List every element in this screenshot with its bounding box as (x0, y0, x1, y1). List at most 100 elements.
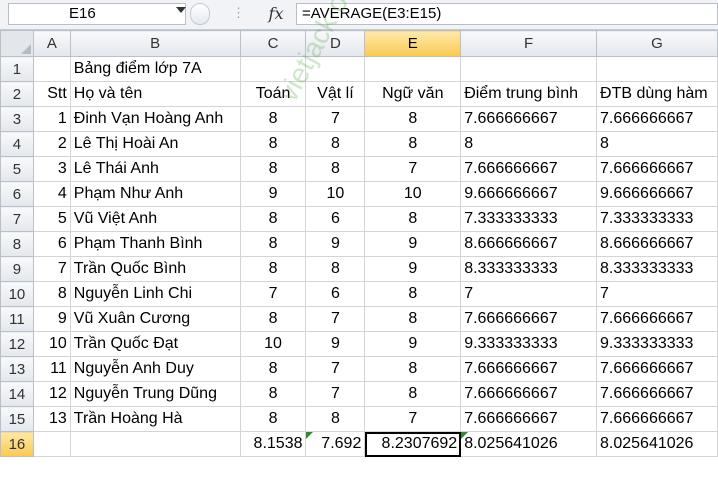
column-header-g[interactable]: G (596, 30, 718, 57)
row-header-5[interactable]: 5 (0, 156, 34, 182)
cell-g10[interactable]: 7 (596, 281, 718, 307)
column-header-d[interactable]: D (305, 30, 366, 57)
cell-c7[interactable]: 8 (239, 206, 307, 232)
cell-e11[interactable]: 8 (364, 306, 462, 332)
select-all-button[interactable] (0, 30, 34, 57)
cell-d15[interactable]: 8 (305, 406, 366, 432)
cell-g4[interactable]: 8 (596, 131, 718, 157)
cell-f1[interactable] (460, 56, 598, 82)
cell-d4[interactable]: 8 (305, 131, 366, 157)
cell-g13[interactable]: 7.666666667 (596, 356, 718, 382)
cell-a2[interactable]: Stt (32, 81, 71, 107)
cell-d10[interactable]: 6 (305, 281, 366, 307)
cell-d11[interactable]: 7 (305, 306, 366, 332)
cell-g12[interactable]: 9.333333333 (596, 331, 718, 357)
row-header-12[interactable]: 12 (0, 331, 34, 357)
cell-c1[interactable] (239, 56, 307, 82)
cell-f3[interactable]: 7.666666667 (460, 106, 598, 132)
cell-b11[interactable]: Vũ Xuân Cương (69, 306, 241, 332)
cell-f15[interactable]: 7.666666667 (460, 406, 598, 432)
cell-f4[interactable]: 8 (460, 131, 598, 157)
row-header-4[interactable]: 4 (0, 131, 34, 157)
cell-c11[interactable]: 8 (239, 306, 307, 332)
cell-b13[interactable]: Nguyễn Anh Duy (69, 356, 241, 382)
cell-a7[interactable]: 5 (32, 206, 71, 232)
row-header-10[interactable]: 10 (0, 281, 34, 307)
cell-g16[interactable]: 8.025641026 (596, 431, 718, 457)
cell-e15[interactable]: 7 (364, 406, 462, 432)
cell-g8[interactable]: 8.666666667 (596, 231, 718, 257)
cell-e6[interactable]: 10 (364, 181, 462, 207)
cell-b16[interactable] (69, 431, 241, 457)
cell-c15[interactable]: 8 (239, 406, 307, 432)
cell-b8[interactable]: Phạm Thanh Bình (69, 231, 241, 257)
row-header-2[interactable]: 2 (0, 81, 34, 107)
row-header-11[interactable]: 11 (0, 306, 34, 332)
cell-a10[interactable]: 8 (32, 281, 71, 307)
column-header-b[interactable]: B (69, 30, 241, 57)
cell-e9[interactable]: 9 (364, 256, 462, 282)
column-header-f[interactable]: F (460, 30, 598, 57)
cell-a3[interactable]: 1 (32, 106, 71, 132)
cell-b3[interactable]: Đinh Vạn Hoàng Anh (69, 106, 241, 132)
cell-a15[interactable]: 13 (32, 406, 71, 432)
cell-e8[interactable]: 9 (364, 231, 462, 257)
cell-d3[interactable]: 7 (305, 106, 366, 132)
cell-d8[interactable]: 9 (305, 231, 366, 257)
cell-g9[interactable]: 8.333333333 (596, 256, 718, 282)
cell-c6[interactable]: 9 (239, 181, 307, 207)
cell-c12[interactable]: 10 (239, 331, 307, 357)
cell-f14[interactable]: 7.666666667 (460, 381, 598, 407)
cell-e12[interactable]: 9 (364, 331, 462, 357)
row-header-13[interactable]: 13 (0, 356, 34, 382)
cell-b12[interactable]: Trần Quốc Đạt (69, 331, 241, 357)
cell-d6[interactable]: 10 (305, 181, 366, 207)
cell-a11[interactable]: 9 (32, 306, 71, 332)
chevron-down-icon[interactable] (176, 7, 186, 13)
row-header-15[interactable]: 15 (0, 406, 34, 432)
cell-d16[interactable]: 7.692 (305, 431, 366, 457)
cell-d14[interactable]: 7 (305, 381, 366, 407)
cell-a12[interactable]: 10 (32, 331, 71, 357)
cell-d9[interactable]: 8 (305, 256, 366, 282)
cell-c4[interactable]: 8 (239, 131, 307, 157)
cell-f6[interactable]: 9.666666667 (460, 181, 598, 207)
cell-e13[interactable]: 8 (364, 356, 462, 382)
cell-g11[interactable]: 7.666666667 (596, 306, 718, 332)
row-header-16[interactable]: 16 (0, 431, 34, 457)
cell-g1[interactable] (596, 56, 718, 82)
cell-b6[interactable]: Phạm Như Anh (69, 181, 241, 207)
cell-g5[interactable]: 7.666666667 (596, 156, 718, 182)
cell-a13[interactable]: 11 (32, 356, 71, 382)
cell-e3[interactable]: 8 (364, 106, 462, 132)
cell-f2[interactable]: Điểm trung bình (460, 81, 598, 107)
cell-e2[interactable]: Ngữ văn (364, 81, 462, 107)
cell-f12[interactable]: 9.333333333 (460, 331, 598, 357)
cell-c2[interactable]: Toán (239, 81, 307, 107)
cell-b1[interactable]: Bảng điểm lớp 7A (69, 56, 241, 82)
row-header-1[interactable]: 1 (0, 56, 34, 82)
cell-c3[interactable]: 8 (239, 106, 307, 132)
cell-g3[interactable]: 7.666666667 (596, 106, 718, 132)
cell-d2[interactable]: Vật lí (305, 81, 366, 107)
cell-d13[interactable]: 7 (305, 356, 366, 382)
cell-c14[interactable]: 8 (239, 381, 307, 407)
cell-f10[interactable]: 7 (460, 281, 598, 307)
cell-e4[interactable]: 8 (364, 131, 462, 157)
cell-c8[interactable]: 8 (239, 231, 307, 257)
cell-f5[interactable]: 7.666666667 (460, 156, 598, 182)
cell-a5[interactable]: 3 (32, 156, 71, 182)
cell-g14[interactable]: 7.666666667 (596, 381, 718, 407)
cell-a9[interactable]: 7 (32, 256, 71, 282)
cell-f13[interactable]: 7.666666667 (460, 356, 598, 382)
cell-c9[interactable]: 8 (239, 256, 307, 282)
cell-c16[interactable]: 8.1538 (239, 431, 307, 457)
column-header-a[interactable]: A (32, 30, 71, 57)
cell-g15[interactable]: 7.666666667 (596, 406, 718, 432)
cell-e1[interactable] (364, 56, 462, 82)
cell-g2[interactable]: ĐTB dùng hàm (596, 81, 718, 107)
cell-b10[interactable]: Nguyễn Linh Chi (69, 281, 241, 307)
cell-e7[interactable]: 8 (364, 206, 462, 232)
cell-f16[interactable]: 8.025641026 (460, 431, 598, 457)
cell-d7[interactable]: 6 (305, 206, 366, 232)
